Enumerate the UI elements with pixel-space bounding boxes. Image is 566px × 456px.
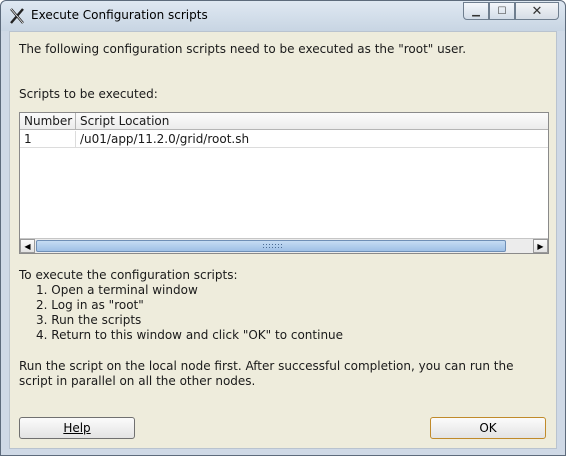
maximize-icon: ☐: [497, 5, 507, 17]
window-title: Execute Configuration scripts: [31, 8, 208, 22]
table-header: Number Script Location: [20, 113, 548, 130]
close-icon: ✕: [531, 3, 543, 19]
column-header-number[interactable]: Number: [20, 113, 76, 130]
instructions: To execute the configuration scripts: 1.…: [19, 268, 343, 343]
scripts-table: Number Script Location 1 /u01/app/11.2.0…: [19, 112, 549, 254]
minimize-icon: ▁: [472, 5, 480, 17]
column-header-script-location[interactable]: Script Location: [76, 113, 548, 130]
instruction-step: 2. Log in as "root": [36, 298, 144, 312]
instruction-step: 4. Return to this window and click "OK" …: [36, 328, 344, 342]
arrow-right-icon: ▶: [537, 241, 544, 251]
scroll-right-button[interactable]: ▶: [533, 239, 548, 253]
minimize-button[interactable]: ▁: [463, 2, 489, 20]
instructions-heading: To execute the configuration scripts:: [19, 268, 238, 282]
table-row[interactable]: 1 /u01/app/11.2.0/grid/root.sh: [20, 131, 548, 148]
scroll-left-button[interactable]: ◀: [20, 239, 35, 253]
title-bar[interactable]: Execute Configuration scripts ▁ ☐ ✕: [1, 1, 565, 31]
window-controls: ▁ ☐ ✕: [463, 2, 559, 20]
maximize-button[interactable]: ☐: [489, 2, 515, 20]
row-number: 1: [20, 131, 76, 147]
instruction-step: 1. Open a terminal window: [36, 283, 198, 297]
help-button-label: Help: [63, 421, 91, 435]
scripts-label: Scripts to be executed:: [19, 87, 158, 101]
grip-icon: [262, 243, 284, 249]
horizontal-scrollbar[interactable]: ◀ ▶: [20, 238, 548, 253]
help-button[interactable]: Help: [19, 417, 135, 439]
note-text: Run the script on the local node first. …: [19, 359, 514, 388]
x-icon: [10, 8, 24, 24]
dialog-window: Execute Configuration scripts ▁ ☐ ✕ The …: [0, 0, 566, 456]
row-script-location: /u01/app/11.2.0/grid/root.sh: [80, 132, 250, 146]
dialog-content: The following configuration scripts need…: [9, 31, 557, 449]
ok-button-label: OK: [479, 421, 497, 435]
intro-text: The following configuration scripts need…: [19, 42, 467, 56]
ok-button[interactable]: OK: [430, 417, 546, 439]
arrow-left-icon: ◀: [24, 241, 31, 251]
instruction-step: 3. Run the scripts: [36, 313, 142, 327]
scrollbar-thumb[interactable]: [36, 240, 506, 252]
close-button[interactable]: ✕: [515, 2, 559, 20]
